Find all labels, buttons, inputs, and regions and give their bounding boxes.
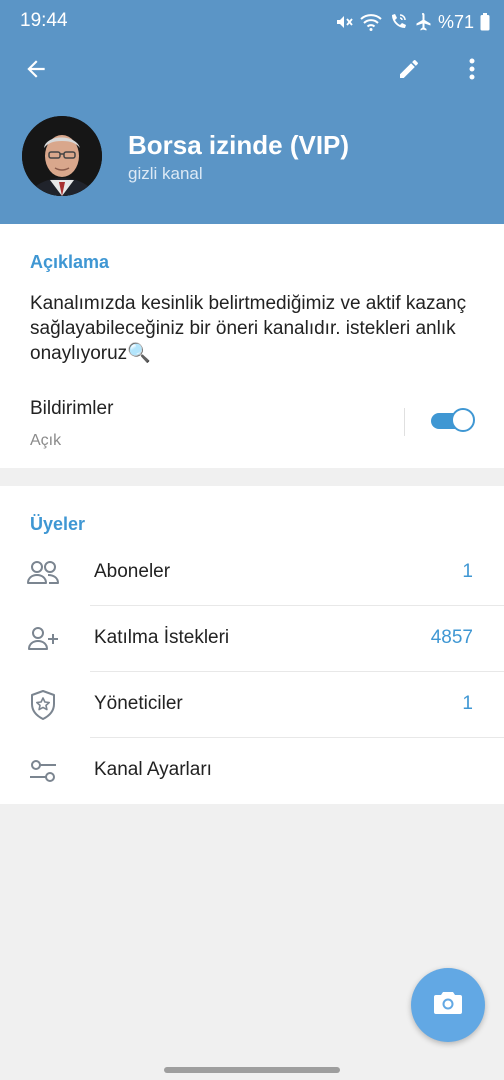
settings-sliders-icon — [26, 756, 60, 786]
administrators-row[interactable]: Yöneticiler 1 — [0, 672, 504, 738]
notifications-label: Bildirimler — [30, 398, 114, 419]
members-card: Üyeler Aboneler 1 Katılma İstekleri 4857 — [0, 486, 504, 804]
channel-subtitle: gizli kanal — [128, 164, 203, 183]
status-time: 19:44 — [20, 10, 68, 31]
battery-level: %71 — [437, 11, 474, 32]
join-requests-row[interactable]: Katılma İstekleri 4857 — [0, 606, 504, 672]
admin-shield-icon — [26, 690, 60, 720]
status-bar: 19:44 %71 — [0, 0, 504, 44]
battery-icon — [480, 13, 490, 31]
row-label: Yöneticiler — [94, 693, 183, 714]
wifi-calling-icon — [388, 12, 408, 32]
channel-title: Borsa izinde (VIP) — [128, 130, 350, 160]
members-header: Üyeler — [30, 514, 86, 534]
arrow-left-icon — [23, 56, 49, 87]
channel-description: Kanalımızda kesinlik belirtmediğimiz ve … — [30, 293, 467, 364]
description-card: Açıklama Kanalımızda kesinlik belirtmedi… — [0, 224, 504, 468]
mute-icon — [334, 12, 354, 32]
channel-settings-row[interactable]: Kanal Ayarları — [0, 738, 504, 804]
channel-avatar[interactable] — [22, 116, 102, 196]
airplane-icon — [414, 12, 432, 32]
row-value: 1 — [462, 693, 473, 714]
add-person-icon — [26, 624, 60, 654]
wifi-icon — [360, 12, 382, 32]
row-value: 1 — [462, 561, 473, 582]
channel-header: 19:44 %71 Borsa izinde (VIP) gizli kanal — [0, 0, 504, 224]
camera-fab-button[interactable] — [411, 968, 485, 1042]
row-label: Kanal Ayarları — [94, 759, 212, 780]
home-indicator[interactable] — [164, 1067, 340, 1073]
more-vertical-icon — [468, 57, 476, 86]
row-value: 4857 — [430, 627, 473, 648]
notifications-status: Açık — [30, 432, 62, 449]
more-options-button[interactable] — [452, 51, 492, 91]
toggle-knob — [451, 408, 475, 432]
back-button[interactable] — [16, 51, 56, 91]
status-icons: %71 — [334, 10, 490, 34]
row-label: Aboneler — [94, 561, 171, 582]
description-header: Açıklama — [30, 252, 110, 272]
notifications-toggle[interactable] — [431, 408, 475, 434]
notifications-divider — [404, 408, 405, 436]
people-icon — [26, 558, 60, 588]
camera-icon — [433, 990, 463, 1021]
pencil-icon — [397, 57, 421, 86]
edit-button[interactable] — [389, 51, 429, 91]
subscribers-row[interactable]: Aboneler 1 — [0, 540, 504, 606]
row-label: Katılma İstekleri — [94, 627, 230, 648]
